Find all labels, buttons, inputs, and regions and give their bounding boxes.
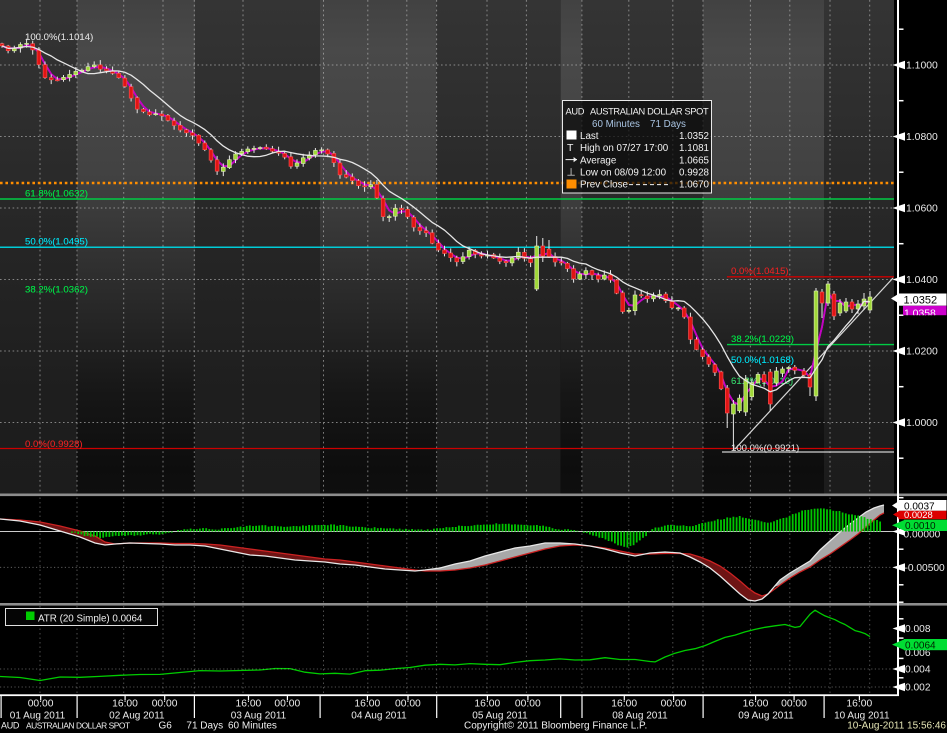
svg-text:16:00: 16:00 — [743, 699, 769, 710]
svg-text:16:00: 16:00 — [846, 699, 872, 710]
svg-text:0.0028: 0.0028 — [904, 509, 933, 520]
svg-text:100.0%(0.9921): 100.0%(0.9921) — [731, 443, 799, 454]
svg-text:16:00: 16:00 — [611, 699, 637, 710]
svg-text:09 Aug 2011: 09 Aug 2011 — [738, 711, 794, 722]
svg-text:⊥: ⊥ — [567, 167, 576, 179]
svg-text:0.0010: 0.0010 — [905, 521, 936, 532]
svg-text:0.0%(1.0415): 0.0%(1.0415) — [731, 266, 789, 277]
svg-text:1.1081: 1.1081 — [679, 143, 709, 154]
svg-text:00:00: 00:00 — [28, 699, 54, 710]
svg-text:1.0000: 1.0000 — [906, 418, 938, 429]
svg-text:Copyright© 2011 Bloomberg Fina: Copyright© 2011 Bloomberg Finance L.P. — [464, 720, 647, 731]
svg-text:High on 07/27 17:00: High on 07/27 17:00 — [580, 143, 669, 154]
svg-text:71 Days: 71 Days — [186, 720, 223, 731]
svg-text:38.2%(1.0362): 38.2%(1.0362) — [25, 285, 88, 296]
svg-text:0.004: 0.004 — [905, 665, 931, 676]
svg-text:10-Aug-2011 15:56:46: 10-Aug-2011 15:56:46 — [847, 720, 946, 731]
svg-text:61.8%(1.0632): 61.8%(1.0632) — [25, 189, 88, 200]
svg-text:T: T — [567, 142, 574, 154]
svg-text:1.0352: 1.0352 — [904, 295, 938, 307]
svg-text:AUD: AUD — [1, 720, 20, 730]
svg-text:16:00: 16:00 — [354, 699, 380, 710]
svg-text:Last: Last — [580, 131, 599, 142]
svg-text:00:00: 00:00 — [395, 699, 421, 710]
svg-text:AUSTRALIAN DOLLAR SPOT: AUSTRALIAN DOLLAR SPOT — [26, 720, 130, 730]
svg-text:1.0352: 1.0352 — [679, 131, 709, 142]
svg-text:G6: G6 — [159, 720, 173, 731]
svg-text:AUSTRALIAN DOLLAR SPOT: AUSTRALIAN DOLLAR SPOT — [590, 107, 709, 117]
svg-text:Average: Average — [580, 155, 617, 166]
svg-text:0.0064: 0.0064 — [905, 640, 936, 651]
svg-text:-0.00500: -0.00500 — [905, 563, 946, 574]
svg-text:Prev Close: Prev Close — [580, 180, 628, 191]
svg-text:1.0800: 1.0800 — [906, 132, 938, 143]
svg-text:0.0%(0.9928): 0.0%(0.9928) — [25, 439, 83, 450]
svg-text:16:00: 16:00 — [236, 699, 262, 710]
svg-text:00:00: 00:00 — [274, 699, 300, 710]
svg-text:ATR (20 Simple) 0.0064: ATR (20 Simple) 0.0064 — [38, 614, 143, 625]
svg-text:50.0%(1.0495): 50.0%(1.0495) — [25, 236, 88, 247]
svg-text:60 Minutes: 60 Minutes — [228, 720, 277, 731]
svg-text:71 Days: 71 Days — [650, 119, 686, 130]
svg-text:1.0200: 1.0200 — [906, 347, 938, 358]
svg-text:60 Minutes: 60 Minutes — [592, 119, 640, 130]
svg-text:1.0670: 1.0670 — [679, 180, 710, 191]
svg-text:00:00: 00:00 — [515, 699, 541, 710]
svg-text:50.0%(1.0168): 50.0%(1.0168) — [731, 355, 794, 366]
svg-text:16:00: 16:00 — [474, 699, 500, 710]
svg-text:00:00: 00:00 — [781, 699, 807, 710]
svg-text:1.0400: 1.0400 — [906, 275, 938, 286]
svg-text:Low on 08/09 12:00: Low on 08/09 12:00 — [580, 168, 667, 179]
svg-text:04 Aug 2011: 04 Aug 2011 — [351, 711, 407, 722]
svg-text:AUD: AUD — [566, 107, 585, 117]
svg-text:1.0665: 1.0665 — [679, 155, 710, 166]
svg-text:00:00: 00:00 — [152, 699, 178, 710]
svg-text:100.0%(1.1014): 100.0%(1.1014) — [25, 32, 93, 43]
svg-text:1.1000: 1.1000 — [906, 61, 938, 72]
svg-text:1.0600: 1.0600 — [906, 204, 938, 215]
svg-text:00:00: 00:00 — [661, 699, 687, 710]
svg-text:16:00: 16:00 — [112, 699, 138, 710]
svg-text:0.002: 0.002 — [905, 683, 931, 694]
svg-text:38.2%(1.0229): 38.2%(1.0229) — [731, 334, 794, 345]
svg-text:0.008: 0.008 — [905, 624, 931, 635]
svg-text:0.9928: 0.9928 — [679, 168, 710, 179]
